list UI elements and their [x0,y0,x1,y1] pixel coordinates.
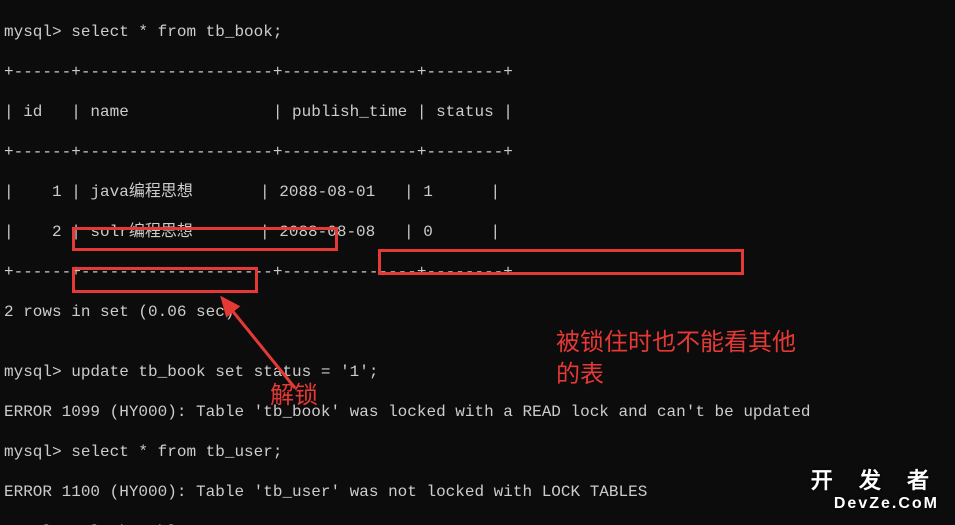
prompt: mysql> [4,443,71,461]
result-footer: 2 rows in set (0.06 sec) [4,302,951,322]
prompt-line[interactable]: mysql> select * from tb_book; [4,22,951,42]
terminal-output: mysql> select * from tb_book; +------+--… [0,0,955,525]
watermark-top: 开 发 者 [811,463,939,495]
watermark-bottom: DevZe.CoM [811,495,939,513]
sql-command: select * from tb_book; [71,23,282,41]
prompt: mysql> [4,363,71,381]
prompt-line[interactable]: mysql> update tb_book set status = '1'; [4,362,951,382]
sql-command: update tb_book set status = '1'; [71,363,378,381]
sql-command: select * from tb_user; [71,443,282,461]
table-row: | 1 | java编程思想 | 2088-08-01 | 1 | [4,182,951,202]
prompt-line[interactable]: mysql> select * from tb_user; [4,442,951,462]
watermark: 开 发 者 DevZe.CoM [811,463,939,513]
error-message: ERROR 1099 (HY000): Table 'tb_book' was … [4,402,951,422]
error-message: ERROR 1100 (HY000): Table 'tb_user' was … [4,482,951,502]
table-border: +------+--------------------+-----------… [4,142,951,162]
table-border: +------+--------------------+-----------… [4,262,951,282]
table-border: +------+--------------------+-----------… [4,62,951,82]
table-row: | 2 | solr编程思想 | 2088-08-08 | 0 | [4,222,951,242]
table-header: | id | name | publish_time | status | [4,102,951,122]
prompt: mysql> [4,23,71,41]
